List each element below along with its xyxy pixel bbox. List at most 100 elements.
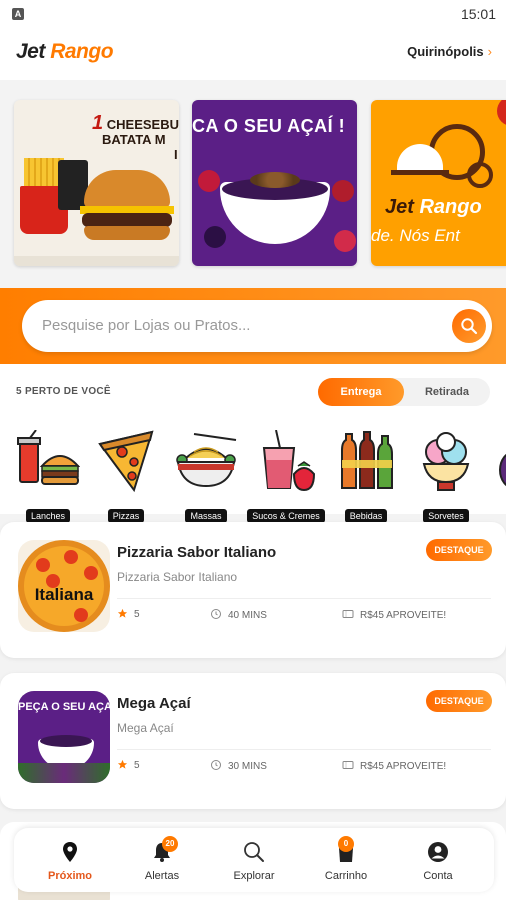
burger-patty <box>82 213 172 227</box>
nav-label: Próximo <box>47 870 92 882</box>
pickup-tab[interactable]: Retirada <box>404 378 490 406</box>
app-header: Jet Rango Quirinópolis › <box>0 28 506 80</box>
category-pizzas[interactable]: Pizzas <box>86 430 166 523</box>
delivery-time: 30 MINS <box>210 759 267 772</box>
promo-info: R$45 APROVEITE! <box>342 759 446 772</box>
promo-value: R$45 APROVEITE! <box>360 761 447 772</box>
category-carousel[interactable]: Lanches Pizzas Massas Sucos & Cremes Beb… <box>0 416 506 523</box>
delivery-mode-toggle: Entrega Retirada <box>318 378 490 406</box>
bottom-navigation: Próximo 20 Alertas Explorar 0 Carrinho C… <box>14 828 494 892</box>
clock-icon <box>211 760 221 770</box>
category-label-text: Sucos & Cremes <box>247 509 325 523</box>
chevron-right-icon: › <box>487 44 492 59</box>
pasta-bowl-icon <box>176 433 237 488</box>
app-logo: Jet Rango <box>16 40 114 64</box>
ticket-icon <box>342 610 354 618</box>
delivery-tab[interactable]: Entrega <box>318 378 404 406</box>
category-massas[interactable]: Massas <box>166 430 246 523</box>
nav-carrinho[interactable]: 0 Carrinho <box>300 828 392 892</box>
featured-badge: DESTAQUE <box>426 690 492 712</box>
search-placeholder: Pesquise por Lojas ou Pratos... <box>42 317 251 334</box>
store-thumbnail: PEÇA O SEU AÇAÍ ! <box>18 691 110 783</box>
category-label-text: Lanches <box>25 509 71 523</box>
banner-burger-line2: BATATA M <box>102 132 166 147</box>
star-icon <box>117 608 128 618</box>
nav-label: Explorar <box>233 870 275 882</box>
clock-icon <box>211 609 221 619</box>
category-sorvetes[interactable]: Sorvetes <box>406 430 486 523</box>
delivery-time: 40 MINS <box>210 608 267 621</box>
nearby-count-label: 5 PERTO DE VOCÊ <box>16 386 111 397</box>
app-screen: A 15:01 Jet Rango Quirinópolis › 1 CHEESE… <box>0 0 506 900</box>
notification-icon: A <box>12 8 24 20</box>
search-icon <box>244 842 264 862</box>
burger-bun-bottom <box>84 226 170 240</box>
nav-explorar[interactable]: Explorar <box>208 828 300 892</box>
thumbnail-label: Italiana <box>34 585 94 604</box>
ticket-icon <box>342 761 354 769</box>
eggplant-icon <box>499 453 506 487</box>
card-divider <box>117 598 491 599</box>
rating-value: 5 <box>134 609 140 620</box>
promo-info: R$45 APROVEITE! <box>342 608 446 621</box>
city-selector[interactable]: Quirinópolis › <box>407 44 492 59</box>
nav-conta[interactable]: Conta <box>392 828 484 892</box>
store-card[interactable]: PEÇA O SEU AÇAÍ ! Mega Açaí Mega Açaí DE… <box>0 673 506 809</box>
banner-logo-word1: Jet <box>385 196 414 218</box>
featured-badge: DESTAQUE <box>426 539 492 561</box>
cloche-tray <box>391 170 449 175</box>
time-value: 40 MINS <box>228 610 267 621</box>
promo-banner-carousel[interactable]: 1 CHEESEBU BATATA M I CA O SEU AÇAÍ ! Je… <box>0 80 506 290</box>
category-label-text: Pizzas <box>107 509 145 523</box>
banner-burger-line3: I <box>174 147 178 162</box>
alerts-count-badge: 20 <box>162 836 178 852</box>
banner-jetrango-tagline: de. Nós Ent <box>371 226 460 245</box>
fruit-illustration <box>334 230 356 252</box>
category-lanches[interactable]: Lanches <box>8 430 88 523</box>
pizza-slice-icon <box>98 430 154 493</box>
banner-logo-word2: Rango <box>419 196 482 218</box>
category-next-peek[interactable] <box>486 430 506 510</box>
banner-burger-line1: CHEESEBU <box>106 117 179 132</box>
banner-acai[interactable]: CA O SEU AÇAÍ ! <box>192 100 357 266</box>
banner-burger-title: 1 CHEESEBU BATATA M I <box>92 113 179 162</box>
store-rating: 5 <box>117 608 140 620</box>
store-name: Mega Açaí <box>117 695 191 712</box>
search-input[interactable]: Pesquise por Lojas ou Pratos... <box>22 300 492 352</box>
nav-label: Alertas <box>144 870 180 882</box>
pepperoni <box>84 566 98 580</box>
banner-jetrango-logo: Jet Rango <box>385 196 482 219</box>
thumbnail-label: PEÇA O SEU AÇAÍ ! <box>18 701 110 713</box>
card-divider <box>117 749 491 750</box>
pepperoni <box>74 608 88 622</box>
category-label-text: Massas <box>185 509 227 523</box>
store-subtitle: Mega Açaí <box>117 721 174 735</box>
banner-jetrango[interactable]: Jet Rango de. Nós Ent <box>371 100 506 266</box>
promo-value: R$45 APROVEITE! <box>360 610 447 621</box>
category-sucos-cremes[interactable]: Sucos & Cremes <box>246 430 326 523</box>
search-icon <box>461 318 478 335</box>
category-bebidas[interactable]: Bebidas <box>326 430 406 523</box>
acai-cream <box>40 735 92 747</box>
category-label-text: Sorvetes <box>423 509 469 523</box>
burger-drink-icon <box>17 430 80 485</box>
fruit-illustration <box>204 226 226 248</box>
rating-value: 5 <box>134 760 140 771</box>
pepperoni <box>36 558 50 572</box>
tomato-illustration <box>497 100 506 126</box>
banner-burger[interactable]: 1 CHEESEBU BATATA M I <box>14 100 179 266</box>
nav-alertas[interactable]: 20 Alertas <box>116 828 208 892</box>
search-button[interactable] <box>452 309 486 343</box>
status-time: 15:01 <box>460 6 496 22</box>
banner-footer-strip <box>14 256 179 266</box>
burger-illustration <box>84 170 170 208</box>
nav-proximo[interactable]: Próximo <box>24 828 116 892</box>
ice-cream-icon <box>422 432 470 491</box>
store-thumbnail: Italiana <box>18 540 110 632</box>
store-card[interactable]: Italiana Pizzaria Sabor Italiano Pizzari… <box>0 522 506 658</box>
category-label-text: Bebidas <box>344 509 388 523</box>
star-icon <box>117 759 128 769</box>
filter-row: 5 PERTO DE VOCÊ Entrega Retirada <box>0 364 506 416</box>
status-bar: A 15:01 <box>0 0 506 28</box>
store-name: Pizzaria Sabor Italiano <box>117 544 277 561</box>
